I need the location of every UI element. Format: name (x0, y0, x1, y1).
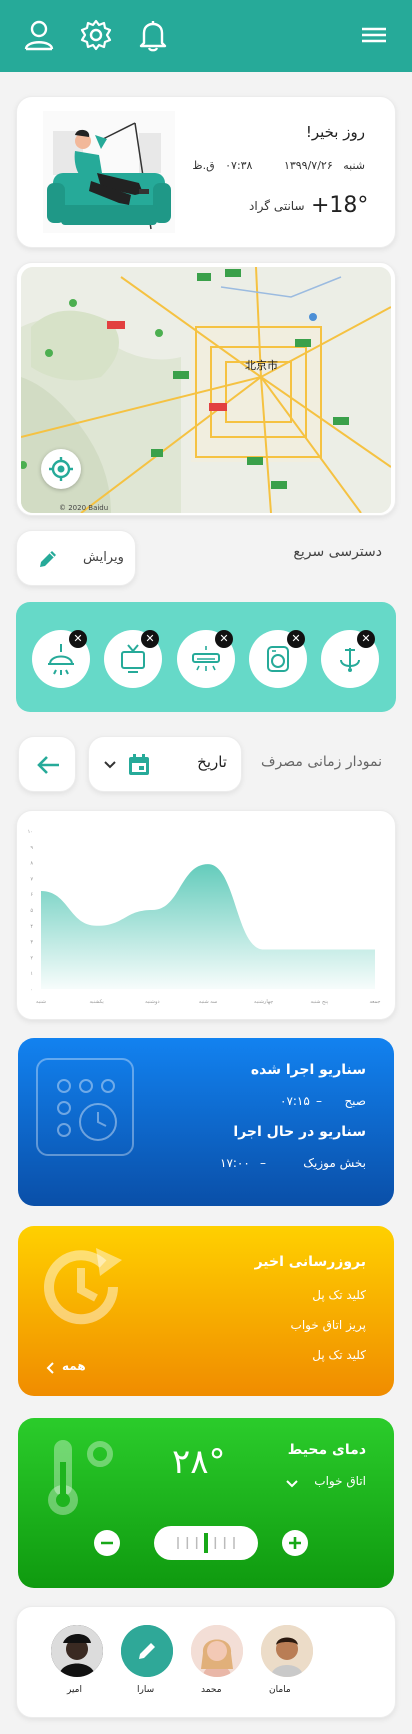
remove-air-conditioner-button[interactable]: ✕ (215, 630, 233, 648)
greeting-title: روز بخیر! (305, 123, 365, 141)
y-tick-label: ۰ (30, 987, 33, 993)
y-tick-label: ۲ (30, 955, 33, 961)
decrease-button[interactable] (94, 1530, 120, 1556)
x-tick-label: جمعه (369, 999, 380, 1005)
y-tick-label: ۱۰ (28, 829, 33, 835)
menu-icon[interactable] (356, 18, 390, 52)
update-item: پریز اتاق خواب (290, 1318, 366, 1332)
chevron-down-icon (104, 761, 116, 769)
pencil-icon (40, 551, 56, 567)
greeting-card: روز بخیر! شنبه ۱۳۹۹/۷/۲۶ ۰۷:۳۸ ق.ظ +18° … (16, 96, 396, 248)
avatar-amir[interactable] (51, 1625, 103, 1677)
history-icon (38, 1242, 128, 1332)
edit-label: ویرایش (83, 550, 124, 565)
scenario-executed-name: صبح (344, 1094, 366, 1108)
remove-faucet-button[interactable]: ✕ (357, 630, 375, 648)
y-tick-label: ۳ (30, 940, 33, 946)
scenario-running-title: سناریو در حال اجرا (233, 1124, 366, 1140)
remove-lamp-button[interactable]: ✕ (69, 630, 87, 648)
scenario-running-time: ۱۷:۰۰ (220, 1156, 250, 1170)
x-tick-label: پنج شنبه (311, 999, 329, 1005)
locate-button[interactable] (41, 449, 81, 489)
room-select[interactable]: اتاق خواب (314, 1474, 366, 1488)
scenario-running-dash: – (260, 1156, 266, 1170)
chevron-left-icon (46, 1362, 54, 1374)
temperature-value: +18° (311, 193, 369, 218)
relaxing-person-illustration (43, 111, 175, 233)
map-copyright: © 2020 Baidu (59, 504, 109, 512)
user-name: سارا (137, 1685, 155, 1695)
slider-thumb[interactable] (204, 1533, 208, 1553)
map-city-label: 北京市 (245, 359, 278, 372)
y-tick-label: ۶ (30, 892, 33, 898)
date-value: ۱۳۹۹/۷/۲۶ (283, 159, 333, 172)
map-card[interactable]: 北京市 © 2020 Baidu (16, 262, 396, 516)
minus-icon (101, 1541, 113, 1545)
usage-area-series (41, 864, 375, 989)
top-app-bar (0, 0, 412, 72)
recent-updates-card[interactable]: بروزرسانی اخیر کلید تک پل پریز اتاق خواب… (18, 1226, 394, 1396)
remove-washing-machine-button[interactable]: ✕ (287, 630, 305, 648)
y-tick-label: ۵ (30, 908, 33, 914)
update-item: کلید تک پل (312, 1288, 366, 1302)
increase-button[interactable] (282, 1530, 308, 1556)
chevron-down-icon[interactable] (286, 1479, 298, 1489)
calendar-icon (129, 754, 149, 775)
x-tick-label: شنبه (36, 999, 46, 1005)
avatar-sara[interactable] (121, 1625, 173, 1677)
usage-area-chart: ۰ ۱ ۲ ۳ ۴ ۵ ۶ ۷ ۸ ۹ ۱۰ شنبه یکشنبه دوشنبه سه شنبه چهار… (28, 829, 381, 1005)
see-all-label: همه (62, 1359, 86, 1373)
remove-tv-button[interactable]: ✕ (141, 630, 159, 648)
time-value: ۰۷:۳۸ (225, 159, 253, 172)
updates-title: بروزرسانی اخیر (254, 1254, 366, 1270)
user-name: مامان (269, 1685, 291, 1695)
locate-icon (49, 457, 73, 481)
scenario-running-name: بخش موزیک (303, 1156, 366, 1170)
x-tick-label: چهارشنبه (254, 999, 273, 1005)
temperature-unit: سانتی گراد (249, 199, 305, 213)
climate-card[interactable]: ۲۸° دمای محیط اتاق خواب (18, 1418, 394, 1588)
temperature-slider[interactable] (154, 1526, 258, 1560)
y-tick-label: ۴ (30, 924, 33, 930)
date-select-value: تاریخ (197, 753, 227, 771)
scenario-executed-time: ۰۷:۱۵ (280, 1094, 310, 1108)
date-row: شنبه ۱۳۹۹/۷/۲۶ ۰۷:۳۸ ق.ظ (192, 159, 365, 172)
thermometer-icon (44, 1436, 120, 1522)
plus-icon (289, 1537, 301, 1549)
edit-button[interactable]: ویرایش (16, 530, 136, 586)
climate-title: دمای محیط (287, 1442, 366, 1458)
avatar-mom[interactable] (261, 1625, 313, 1677)
y-tick-label: ۸ (30, 861, 33, 867)
quick-access-title: دسترسی سریع (293, 544, 382, 560)
pencil-icon (121, 1625, 173, 1677)
date-select[interactable]: تاریخ (88, 736, 242, 792)
user-name: محمد (201, 1685, 222, 1695)
y-tick-label: ۹ (30, 845, 33, 851)
day-label: شنبه (343, 159, 365, 172)
scenario-executed-dash: – (316, 1094, 322, 1108)
update-item: کلید تک پل (312, 1348, 366, 1362)
usage-chart-card: ۰ ۱ ۲ ۳ ۴ ۵ ۶ ۷ ۸ ۹ ۱۰ شنبه یکشنبه دوشنبه سه شنبه چهار… (16, 810, 396, 1020)
gear-icon[interactable] (79, 18, 113, 52)
x-tick-label: سه شنبه (199, 999, 217, 1005)
bell-icon[interactable] (136, 18, 170, 52)
climate-temperature-value: ۲۸° (172, 1442, 226, 1482)
arrow-left-icon (37, 756, 59, 774)
user-name: امیر (67, 1685, 83, 1695)
y-tick-label: ۱ (30, 971, 33, 977)
y-tick-label: ۷ (30, 876, 33, 882)
scenario-executed-title: سناریو اجرا شده (250, 1062, 366, 1078)
scenario-card[interactable]: سناریو اجرا شده صبح – ۰۷:۱۵ سناریو در حا… (18, 1038, 394, 1206)
x-tick-label: دوشنبه (145, 999, 160, 1005)
x-tick-label: یکشنبه (90, 999, 105, 1005)
back-button[interactable] (18, 736, 76, 792)
users-card: مامان محمد سارا امیر (16, 1606, 396, 1718)
avatar-mohammad[interactable] (191, 1625, 243, 1677)
user-icon[interactable] (22, 18, 56, 52)
scenario-icon (36, 1058, 134, 1156)
see-all-link[interactable]: همه (46, 1358, 116, 1378)
usage-title: نمودار زمانی مصرف (261, 754, 382, 770)
time-suffix: ق.ظ (192, 159, 215, 172)
